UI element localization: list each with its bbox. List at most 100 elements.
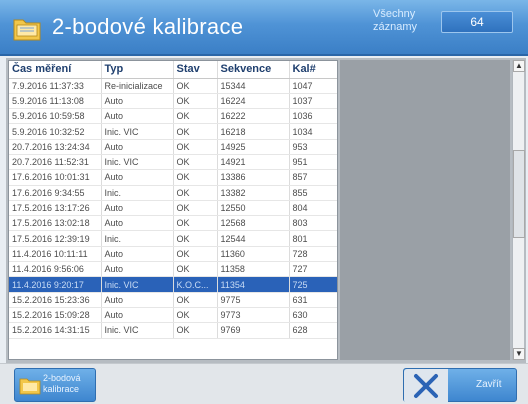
table-cell: 7.9.2016 11:37:33 [9,78,101,94]
records-count: 64 [441,11,513,33]
table-row[interactable]: 5.9.2016 10:59:58 Auto OK 16222 1036 [9,108,337,125]
table-cell: OK [172,93,217,110]
table-row[interactable]: 15.2.2016 14:31:15 Inic. VIC OK 9769 628 [9,322,337,339]
table-cell: K.O.C... [172,276,217,293]
arrow-down-icon[interactable]: ▼ [513,348,525,360]
table-cell: Inic. VIC [100,154,173,171]
bottom-toolbar: 2-bodová kalibrace Zavřít [0,363,528,404]
table-cell: OK [172,139,217,155]
arrow-up-icon[interactable]: ▲ [513,60,525,72]
table-cell: 855 [288,185,337,201]
table-row[interactable]: 17.5.2016 12:39:19 Inic. OK 12544 801 [9,230,337,247]
table-cell: 15344 [216,78,289,94]
folder-icon [19,378,41,395]
calib-button-label: 2-bodová kalibrace [43,373,81,394]
table-row[interactable]: 17.5.2016 13:17:26 Auto OK 12550 804 [9,200,337,217]
table-cell: Inic. VIC [100,322,173,339]
table-cell: 728 [288,246,337,263]
table-cell: 953 [288,139,337,155]
table-cell: 17.6.2016 9:34:55 [9,185,101,201]
table-cell: Auto [100,93,173,110]
table-cell: Re-inicializace [100,78,173,94]
table-cell: OK [172,154,217,171]
main-area: Čas měření Typ Stav Sekvence Kal# 7.9.20… [6,58,526,363]
table-cell: 17.5.2016 13:02:18 [9,215,101,232]
table-cell: 631 [288,292,337,308]
table-row[interactable]: 7.9.2016 11:37:33 Re-inicializace OK 15344 1… [9,78,337,94]
table-cell: 11.4.2016 10:11:11 [9,246,101,263]
table-cell: 11358 [216,261,289,278]
detail-panel [340,60,510,360]
table-row[interactable]: 17.6.2016 10:01:31 Auto OK 13386 857 [9,169,337,186]
table-cell: 9769 [216,322,289,339]
column-header-cal-number[interactable]: Kal# [288,61,337,79]
table-cell: OK [172,108,217,125]
column-header-status[interactable]: Stav [172,61,217,79]
two-point-calibration-button[interactable]: 2-bodová kalibrace [14,368,96,402]
table-cell: 857 [288,169,337,186]
table-row[interactable]: 20.7.2016 13:24:34 Auto OK 14925 953 [9,139,337,155]
table-cell: OK [172,292,217,308]
table-cell: OK [172,78,217,94]
table-cell: 16224 [216,93,289,110]
table-cell: 9773 [216,307,289,324]
table-row[interactable]: 5.9.2016 11:13:08 Auto OK 16224 1037 [9,93,337,110]
table-row[interactable]: 20.7.2016 11:52:31 Inic. VIC OK 14921 951 [9,154,337,171]
table-cell: 951 [288,154,337,171]
table-row[interactable]: 17.5.2016 13:02:18 Auto OK 12568 803 [9,215,337,232]
close-button-label: Zavřít [476,379,502,390]
table-row[interactable]: 11.4.2016 9:56:06 Auto OK 11358 727 [9,261,337,278]
table-cell: 11.4.2016 9:20:17 [9,276,101,293]
table-cell: 14925 [216,139,289,155]
table-cell: 20.7.2016 13:24:34 [9,139,101,155]
table-cell: 11354 [216,276,289,293]
scroll-thumb[interactable] [513,150,525,238]
table-row[interactable]: 15.2.2016 15:23:36 Auto OK 9775 631 [9,292,337,308]
table-cell: 13386 [216,169,289,186]
table-cell: 5.9.2016 10:59:58 [9,108,101,125]
table-cell: Auto [100,246,173,263]
table-row[interactable]: 11.4.2016 10:11:11 Auto OK 11360 728 [9,246,337,263]
column-header-time[interactable]: Čas měření [9,61,101,79]
table-cell: 804 [288,200,337,217]
column-header-sequence[interactable]: Sekvence [216,61,289,79]
table-cell: 13382 [216,185,289,201]
table-cell: 17.5.2016 12:39:19 [9,230,101,247]
table-row[interactable]: 15.2.2016 15:09:28 Auto OK 9773 630 [9,307,337,324]
page-title: 2-bodové kalibrace [52,14,244,39]
table-cell: Auto [100,307,173,324]
table-cell: 1037 [288,93,337,110]
table-row[interactable]: 11.4.2016 9:20:17 Inic. VIC K.O.C... 11354 7… [9,276,337,293]
table-cell: OK [172,123,217,140]
table-cell: 17.6.2016 10:01:31 [9,169,101,186]
table-cell: Inic. VIC [100,276,173,293]
table-cell: OK [172,261,217,278]
table-cell: 1036 [288,108,337,125]
column-header-type[interactable]: Typ [100,61,173,79]
table-cell: 15.2.2016 15:23:36 [9,292,101,308]
close-button[interactable]: Zavřít [403,368,517,403]
table-row[interactable]: 17.6.2016 9:34:55 Inic. OK 13382 855 [9,185,337,201]
table-cell: 11360 [216,246,289,263]
table-cell: Inic. [100,185,173,201]
table-cell: Auto [100,261,173,278]
table-cell: 801 [288,230,337,247]
table-header-row: Čas měření Typ Stav Sekvence Kal# [9,61,337,79]
table-cell: 9775 [216,292,289,308]
vertical-scrollbar[interactable]: ▲ ▼ [512,60,525,360]
table-cell: OK [172,246,217,263]
table-row[interactable]: 5.9.2016 10:32:52 Inic. VIC OK 16218 1034 [9,123,337,140]
table-cell: 17.5.2016 13:17:26 [9,200,101,217]
table-cell: 12550 [216,200,289,217]
table-cell: 16222 [216,108,289,125]
table-cell: OK [172,307,217,324]
table-cell: 5.9.2016 10:32:52 [9,123,101,140]
table-cell: 11.4.2016 9:56:06 [9,261,101,278]
table-cell: 5.9.2016 11:13:08 [9,93,101,110]
table-cell: Auto [100,139,173,155]
table-cell: 12544 [216,230,289,247]
table-cell: 1047 [288,78,337,94]
table-cell: 628 [288,322,337,339]
table-cell: 16218 [216,123,289,140]
records-filter-label: Všechny záznamy [373,8,418,33]
